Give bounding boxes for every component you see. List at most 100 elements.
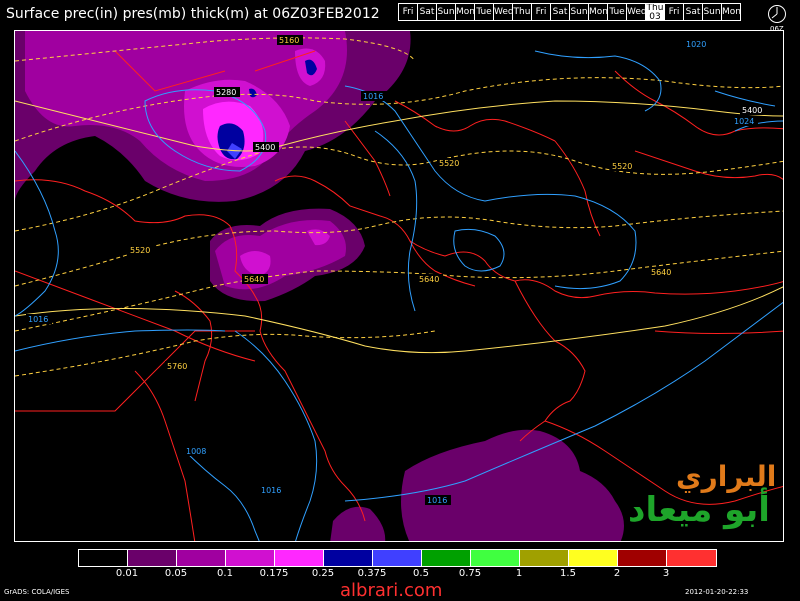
svg-text:1024: 1024 [734,117,754,126]
footer-site: albrari.com [340,580,443,601]
day-cell: Thu 03 [645,3,665,21]
legend-swatch [422,550,471,566]
legend-tick: 0.1 [217,568,233,579]
legend-tick: 2 [613,568,621,579]
footer-credit: GrADS: COLA/IGES [4,588,70,596]
label-1016-d: 1016 [425,495,451,505]
day-cell: Sun [436,3,456,21]
legend-swatch [79,550,128,566]
day-cell: Mon [455,3,475,21]
thickness-5700-line [15,286,783,354]
current-day-date: 03 [649,12,661,21]
svg-text:5400: 5400 [742,106,762,115]
map-title: Surface prec(in) pres(mb) thick(m) at 06… [6,6,380,22]
day-label: Sat [552,7,568,17]
legend-swatch [520,550,569,566]
legend-tick: 1.5 [560,568,576,579]
label-5520-a: 5520 [437,158,463,168]
day-label: Fri [535,7,547,17]
svg-text:1008: 1008 [186,447,206,456]
day-cell: Fri [398,3,418,21]
day-cell: Sat [550,3,570,21]
legend-tick: 0.25 [311,568,335,579]
label-5640-a: 5640 [242,274,268,284]
footer-timestamp: 2012-01-20-22:33 [685,588,749,596]
svg-text:1016: 1016 [261,486,281,495]
svg-text:5520: 5520 [612,162,632,171]
day-cell: Wed [493,3,513,21]
day-cell: Sun [569,3,589,21]
label-5280: 5280 [214,87,240,97]
legend-swatch [226,550,275,566]
precipitation-layer [15,31,624,541]
label-1016-c: 1016 [259,485,285,495]
svg-text:1016: 1016 [427,496,447,505]
label-1016-b: 1016 [26,314,52,324]
label-1016-a: 1016 [361,91,387,101]
svg-text:5160: 5160 [279,36,299,45]
label-5760: 5760 [165,361,191,371]
day-label: Sun [570,7,588,17]
day-label: Sun [703,7,721,17]
day-cell: Thu [512,3,532,21]
day-cell: Mon [721,3,741,21]
legend-swatch [667,550,716,566]
day-label: Wed [627,7,646,17]
legend-swatch [569,550,618,566]
legend-tick: 1 [515,568,523,579]
label-1024: 1024 [732,116,758,126]
svg-text:1016: 1016 [28,315,48,324]
day-label: Sat [419,7,435,17]
svg-text:5640: 5640 [419,275,439,284]
label-5640-b: 5640 [417,274,443,284]
day-label: Sun [437,7,455,17]
label-5400-a: 5400 [253,142,279,152]
label-5640-c: 5640 [649,267,675,277]
day-cell: Fri [531,3,551,21]
logo-line-2: أبو ميعاد [628,490,770,530]
day-cell: Mon [588,3,608,21]
clock-icon [768,5,786,23]
svg-text:5520: 5520 [130,246,150,255]
legend-swatch [275,550,324,566]
day-cell: Wed [626,3,646,21]
label-5520-b: 5520 [610,161,636,171]
svg-text:1016: 1016 [363,92,383,101]
svg-text:5520: 5520 [439,159,459,168]
day-label: Mon [589,7,608,17]
svg-text:5640: 5640 [244,275,264,284]
svg-text:1020: 1020 [686,40,706,49]
day-strip: Fri Sat Sun Mon Tue Wed Thu Fri Sat Sun Mon Tue Wed T… [398,3,741,21]
legend-swatch [618,550,667,566]
svg-text:5280: 5280 [216,88,236,97]
svg-text:5400: 5400 [255,143,275,152]
day-label: Mon [722,7,741,17]
day-cell: Sun [702,3,722,21]
label-5520-c: 5520 [128,245,154,255]
day-label: Fri [668,7,680,17]
legend-swatch [373,550,422,566]
legend-tick: 0.01 [115,568,139,579]
day-label: Thu [513,7,531,17]
day-label: Wed [494,7,513,17]
day-label: Mon [456,7,475,17]
day-cell: Sat [683,3,703,21]
day-label: Fri [402,7,414,17]
svg-text:5640: 5640 [651,268,671,277]
label-1020: 1020 [684,39,710,49]
day-label: Sat [685,7,701,17]
label-5160: 5160 [277,35,303,45]
day-label: Tue [609,7,625,17]
legend-swatch [128,550,177,566]
legend-tick: 3 [662,568,670,579]
day-cell: Tue [474,3,494,21]
legend-tick: 0.75 [458,568,482,579]
legend-swatch [471,550,520,566]
weather-map: 5160 5280 1016 5400 1020 5400 1024 5520 … [14,30,784,542]
day-cell: Tue [607,3,627,21]
svg-text:5760: 5760 [167,362,187,371]
map-canvas: 5160 5280 1016 5400 1020 5400 1024 5520 … [15,31,783,541]
legend-tick: 0.5 [413,568,429,579]
legend-swatch [324,550,373,566]
label-1008: 1008 [184,446,210,456]
